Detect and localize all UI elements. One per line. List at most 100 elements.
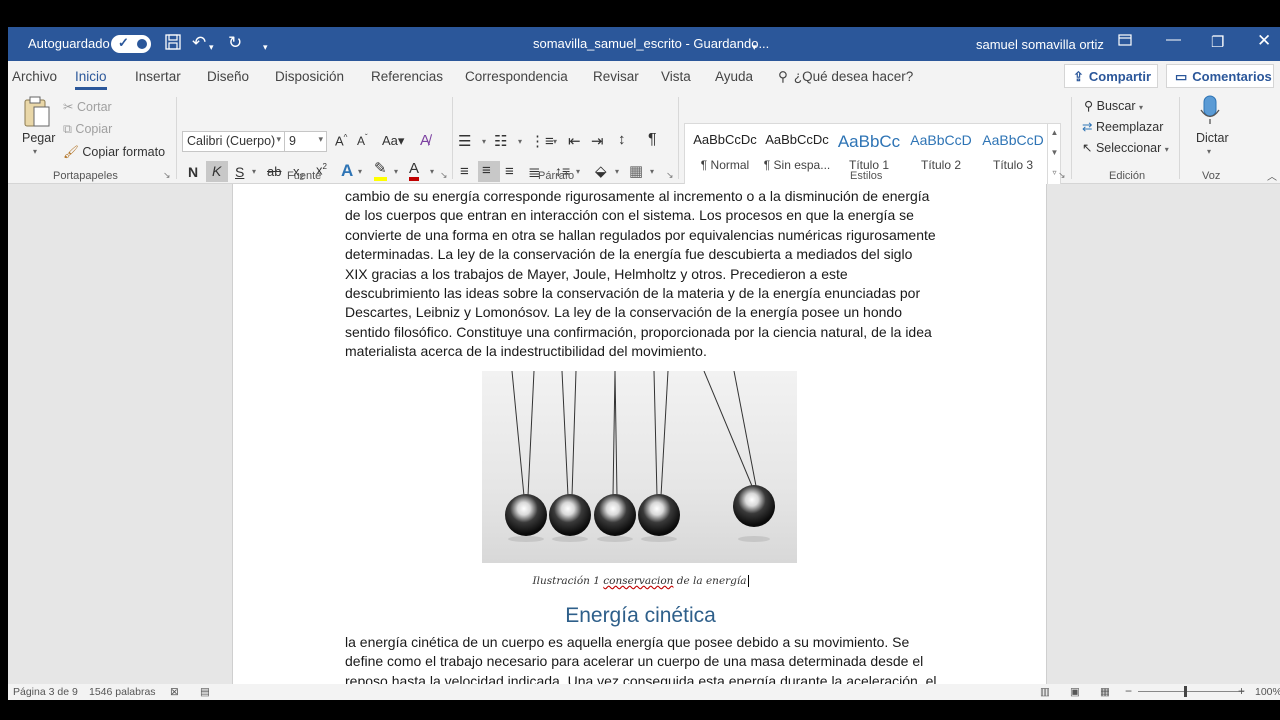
minimize-icon[interactable]: — — [1166, 31, 1181, 48]
clipboard-launcher-icon[interactable]: ↘ — [163, 170, 171, 181]
word-count[interactable]: 1546 palabras — [89, 686, 156, 698]
italic-button[interactable]: K — [206, 161, 228, 182]
style-normal[interactable]: AaBbCcDc ¶ Normal — [689, 132, 761, 172]
zoom-level[interactable]: 100% — [1255, 686, 1280, 698]
chevron-down-icon[interactable]: ▾ — [650, 167, 654, 176]
clear-formatting-icon[interactable]: A̸ — [420, 132, 430, 149]
title-dropdown-icon[interactable]: ▾ — [752, 37, 757, 57]
align-center-icon[interactable]: ≡ — [478, 161, 500, 182]
copy-button[interactable]: ⧉ Copiar — [63, 122, 112, 137]
tab-revisar[interactable]: Revisar — [593, 69, 639, 84]
style-no-spacing[interactable]: AaBbCcDc ¶ Sin espa... — [761, 132, 833, 172]
grow-font-icon[interactable]: A^ — [335, 133, 347, 148]
comments-button[interactable]: ▭ Comentarios — [1166, 64, 1274, 88]
tab-disposicion[interactable]: Disposición — [275, 69, 344, 84]
chevron-down-icon[interactable]: ▾ — [576, 167, 580, 176]
paragraph-launcher-icon[interactable]: ↘ — [666, 170, 674, 181]
style-heading-1[interactable]: AaBbCc Título 1 — [833, 132, 905, 172]
tab-correspondencia[interactable]: Correspondencia — [465, 69, 568, 84]
font-launcher-icon[interactable]: ↘ — [440, 170, 448, 181]
figure-caption[interactable]: Ilustración 1 conservacion de la energía — [233, 575, 1046, 587]
bullets-icon[interactable]: ☰ — [458, 132, 471, 150]
align-left-icon[interactable]: ≡ — [460, 163, 469, 180]
save-icon[interactable] — [164, 33, 182, 56]
underline-dropdown-icon[interactable]: ▾ — [252, 167, 256, 176]
tab-archivo[interactable]: Archivo — [12, 69, 57, 84]
body-paragraph[interactable]: cambio de su energía corresponde riguros… — [345, 187, 937, 362]
body-paragraph[interactable]: la energía cinética de un cuerpo es aque… — [345, 633, 937, 684]
strikethrough-button[interactable]: ab — [267, 164, 281, 179]
dictate-label[interactable]: Dictar — [1196, 131, 1229, 145]
chevron-down-icon[interactable]: ▾ — [358, 167, 362, 176]
document-area[interactable]: cambio de su energía corresponde riguros… — [8, 184, 1280, 684]
tab-inicio[interactable]: Inicio — [75, 69, 107, 90]
microphone-icon[interactable] — [1200, 95, 1220, 128]
cut-button[interactable]: ✂ Cortar — [63, 99, 112, 114]
style-heading-2[interactable]: AaBbCcD Título 2 — [905, 132, 977, 172]
ribbon-display-options-icon[interactable] — [1118, 33, 1132, 50]
tell-me-box[interactable]: ⚲ ¿Qué desea hacer? — [778, 69, 913, 85]
replace-button[interactable]: ⇄ Reemplazar — [1082, 119, 1163, 134]
undo-dropdown-icon[interactable]: ▾ — [209, 37, 214, 57]
print-layout-icon[interactable]: ▣ — [1070, 686, 1080, 698]
customize-toolbar-icon[interactable]: ▾ — [263, 37, 268, 57]
text-effects-icon[interactable]: A — [341, 161, 353, 181]
zoom-out-icon[interactable]: − — [1125, 684, 1132, 698]
chevron-down-icon[interactable]: ▾ — [394, 167, 398, 176]
tab-referencias[interactable]: Referencias — [371, 69, 443, 84]
bold-button[interactable]: N — [188, 164, 198, 180]
proofing-icon[interactable]: ⊠ — [170, 686, 179, 698]
scroll-down-icon[interactable]: ▼ — [1048, 143, 1061, 163]
highlight-icon[interactable]: ✎ — [374, 161, 387, 181]
show-marks-icon[interactable]: ¶ — [648, 131, 657, 149]
format-painter-button[interactable]: 🖌 Copiar formato — [63, 145, 165, 160]
numbering-icon[interactable]: ☷ — [494, 132, 507, 150]
undo-icon[interactable]: ↶ — [192, 33, 206, 53]
share-button[interactable]: ⇪ Compartir — [1064, 64, 1158, 88]
chevron-down-icon[interactable]: ▾ — [553, 137, 557, 146]
find-button[interactable]: ⚲ Buscar ▾ — [1084, 98, 1143, 113]
user-name[interactable]: samuel somavilla ortiz — [976, 37, 1104, 52]
redo-icon[interactable]: ↻ — [228, 33, 242, 53]
paste-button[interactable] — [22, 95, 52, 132]
collapse-ribbon-icon[interactable]: ︿ — [1267, 168, 1277, 183]
borders-icon[interactable]: ▦ — [629, 162, 643, 180]
chevron-down-icon[interactable]: ▾ — [430, 167, 434, 176]
multilevel-list-icon[interactable]: ⋮≡ — [530, 132, 554, 150]
paste-dropdown-icon[interactable]: ▾ — [33, 147, 37, 156]
font-color-icon[interactable]: A — [409, 161, 420, 181]
tab-insertar[interactable]: Insertar — [135, 69, 181, 84]
tab-ayuda[interactable]: Ayuda — [715, 69, 753, 84]
scroll-up-icon[interactable]: ▲ — [1048, 123, 1061, 143]
sort-icon[interactable]: ↕ — [618, 131, 626, 148]
macro-icon[interactable]: ▤ — [200, 686, 210, 698]
increase-indent-icon[interactable]: ⇥ — [591, 132, 604, 150]
font-family-select[interactable]: Calibri (Cuerpo) ▾ — [182, 131, 285, 152]
dictate-dropdown-icon[interactable]: ▾ — [1207, 147, 1211, 156]
chevron-down-icon[interactable]: ▾ — [518, 137, 522, 146]
web-layout-icon[interactable]: ▦ — [1100, 686, 1110, 698]
newtons-cradle-image[interactable] — [482, 370, 797, 563]
document-title[interactable]: somavilla_samuel_escrito - Guardando... — [533, 36, 769, 51]
read-mode-icon[interactable]: ▥ — [1040, 686, 1050, 698]
styles-launcher-icon[interactable]: ↘ — [1058, 170, 1066, 181]
align-right-icon[interactable]: ≡ — [505, 163, 514, 180]
tab-diseno[interactable]: Diseño — [207, 69, 249, 84]
autosave-toggle[interactable]: ✓ — [111, 35, 151, 53]
page-indicator[interactable]: Página 3 de 9 — [13, 686, 78, 698]
zoom-slider[interactable] — [1138, 691, 1244, 692]
decrease-indent-icon[interactable]: ⇤ — [568, 132, 581, 150]
font-size-select[interactable]: 9 ▾ — [284, 131, 327, 152]
chevron-down-icon[interactable]: ▾ — [615, 167, 619, 176]
shading-icon[interactable]: ⬙ — [595, 162, 607, 180]
style-heading-3[interactable]: AaBbCcD Título 3 — [977, 132, 1049, 172]
restore-icon[interactable]: ❐ — [1211, 33, 1224, 51]
shrink-font-icon[interactable]: Aˇ — [357, 133, 368, 148]
paste-label[interactable]: Pegar — [22, 131, 55, 145]
zoom-slider-thumb[interactable] — [1184, 686, 1187, 697]
change-case-icon[interactable]: Aa▾ — [382, 133, 404, 149]
close-icon[interactable]: ✕ — [1257, 31, 1271, 51]
document-page[interactable]: cambio de su energía corresponde riguros… — [232, 184, 1047, 684]
tab-vista[interactable]: Vista — [661, 69, 691, 84]
chevron-down-icon[interactable]: ▾ — [482, 137, 486, 146]
